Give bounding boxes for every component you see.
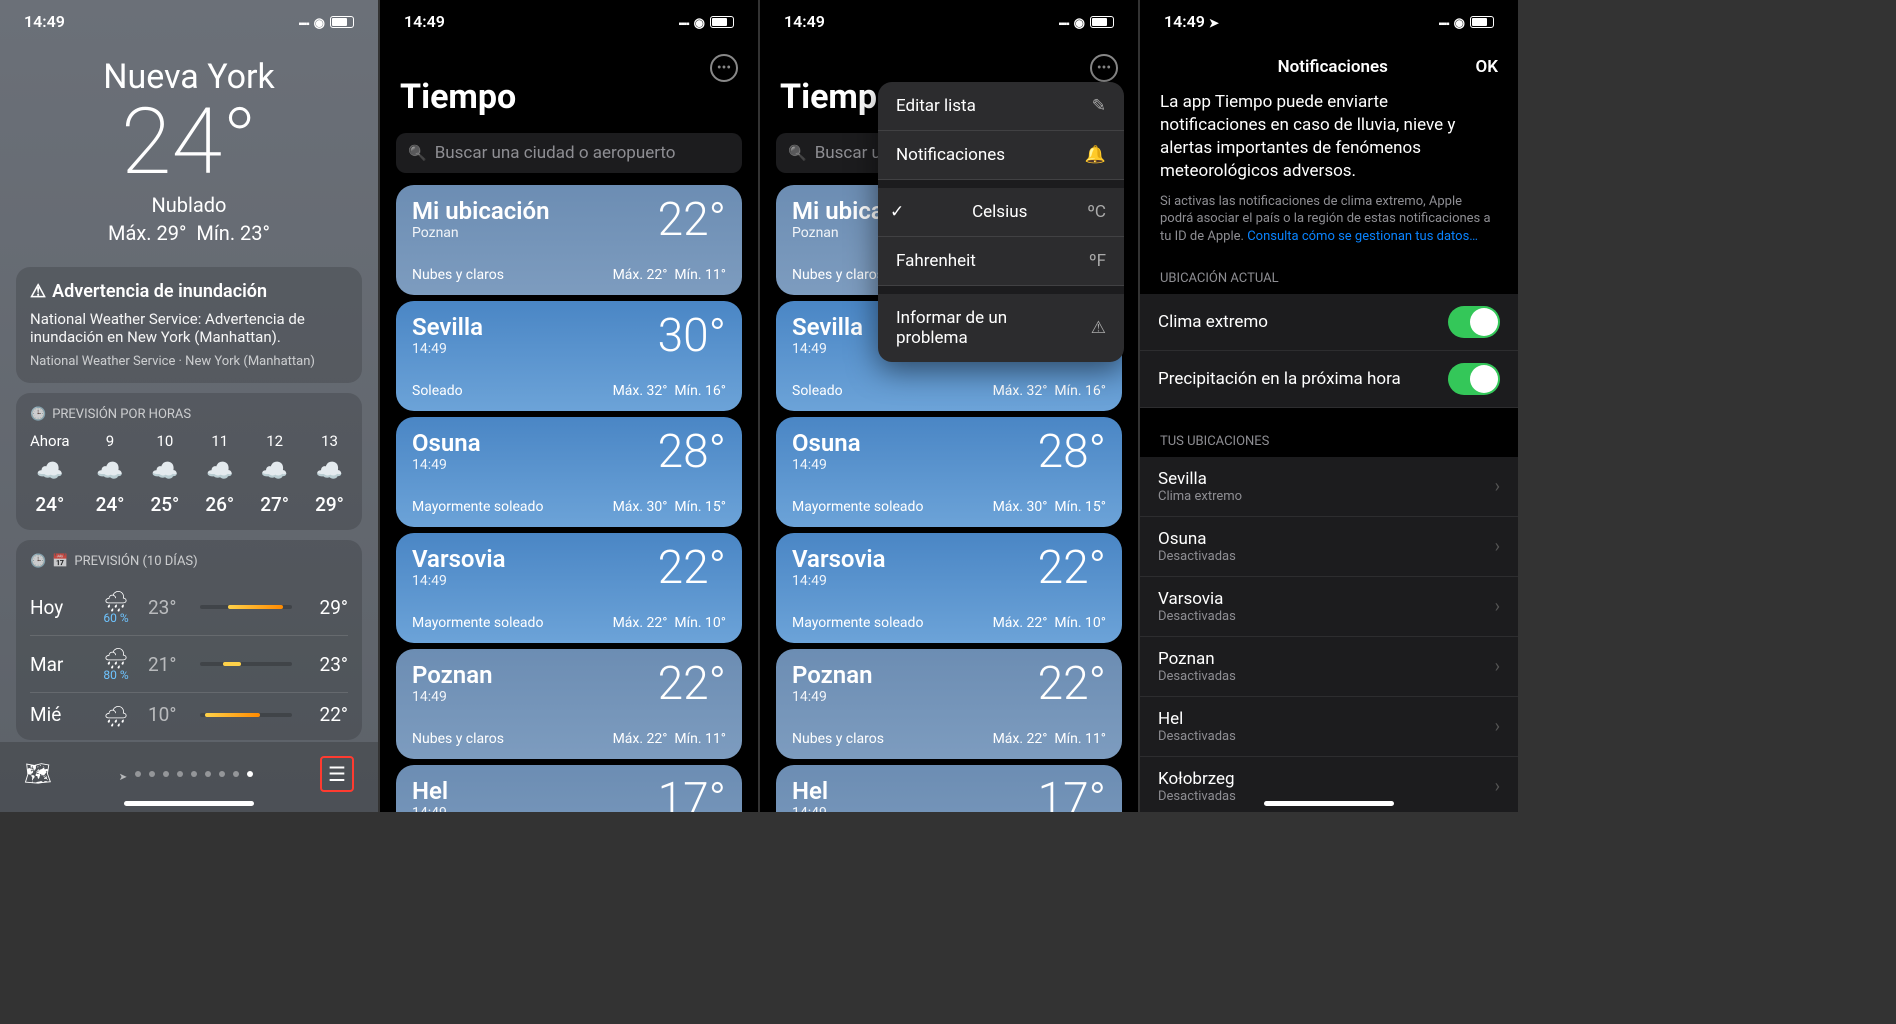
city-card[interactable]: Osuna14:4928° Mayormente soleadoMáx. 30°… (396, 417, 742, 527)
city-card[interactable]: Mi ubicaciónPoznan22° Nubes y clarosMáx.… (396, 185, 742, 295)
page-dots[interactable] (119, 765, 253, 784)
home-indicator (1264, 801, 1394, 806)
screen-city-list-menu: 14:49 ••• Tiempo Buscar una Mi ubicación… (760, 0, 1138, 812)
toggle-on[interactable] (1448, 363, 1500, 395)
notif-description: La app Tiempo puede enviarte notificacio… (1140, 91, 1518, 183)
row-extreme-weather[interactable]: Clima extremo (1140, 294, 1518, 351)
city-card[interactable]: Sevilla14:4930° SoleadoMáx. 32° Mín. 16° (396, 301, 742, 411)
alert-title: Advertencia de inundación (30, 281, 348, 302)
city-card[interactable]: Varsovia14:4922° Mayormente soleadoMáx. … (776, 533, 1122, 643)
hour-item: 11☁️26° (205, 432, 234, 516)
current-condition: Nublado (0, 193, 378, 217)
status-time: 14:49 (784, 12, 825, 31)
hour-item: Ahora☁️24° (30, 432, 70, 516)
group-your-locations: TUS UBICACIONES (1140, 408, 1518, 457)
more-options-button[interactable]: ••• (710, 54, 738, 82)
status-bar: 14:49 (380, 0, 758, 37)
weather-alert[interactable]: Advertencia de inundación National Weath… (16, 267, 362, 383)
hour-item: 9☁️24° (96, 432, 125, 516)
alert-source: National Weather Service · New York (Man… (30, 354, 348, 369)
ok-button[interactable]: OK (1476, 57, 1499, 77)
status-time: 14:49 ➤ (1164, 12, 1219, 31)
status-bar: 14:49 (0, 0, 378, 37)
location-row[interactable]: OsunaDesactivadas› (1140, 517, 1518, 577)
status-bar: 14:49 ➤ (1140, 0, 1518, 37)
nav-bar: Notificaciones OK (1140, 37, 1518, 91)
menu-edit-list[interactable]: Editar lista✎ (878, 82, 1124, 131)
menu-celsius[interactable]: CelsiusºC (878, 188, 1124, 237)
chevron-right-icon: › (1495, 776, 1500, 797)
chevron-right-icon: › (1495, 716, 1500, 737)
screen-notifications: 14:49 ➤ Notificaciones OK La app Tiempo … (1140, 0, 1518, 812)
search-input[interactable]: Buscar una ciudad o aeropuerto (396, 133, 742, 173)
hourly-label: PREVISIÓN POR HORAS (30, 407, 348, 422)
notif-fineprint: Si activas las notificaciones de clima e… (1140, 183, 1518, 246)
screen-city-list: 14:49 ••• Tiempo Buscar una ciudad o aer… (380, 0, 758, 812)
page-title: Tiempo (380, 37, 758, 127)
city-card[interactable]: Varsovia14:4922° Mayormente soleadoMáx. … (396, 533, 742, 643)
hour-item: 10☁️25° (150, 432, 179, 516)
nav-title: Notificaciones (1190, 57, 1476, 77)
row-precipitation[interactable]: Precipitación en la próxima hora (1140, 351, 1518, 408)
data-link[interactable]: Consulta cómo se gestionan tus datos… (1247, 229, 1478, 244)
hour-item: 13☁️29° (315, 432, 344, 516)
alert-body: National Weather Service: Advertencia de… (30, 310, 348, 346)
city-card[interactable]: Hel14:4917° (776, 765, 1122, 812)
menu-fahrenheit[interactable]: FahrenheitºF (878, 237, 1124, 286)
wifi-icon (314, 12, 325, 31)
chevron-right-icon: › (1495, 536, 1500, 557)
city-card[interactable]: Osuna14:4928° Mayormente soleadoMáx. 30°… (776, 417, 1122, 527)
hour-item: 12☁️27° (260, 432, 289, 516)
status-time: 14:49 (24, 12, 65, 31)
more-options-button[interactable]: ••• (1090, 54, 1118, 82)
city-card[interactable]: Poznan14:4922° Nubes y clarosMáx. 22° Mí… (396, 649, 742, 759)
daily-row: Hoy 🌧60 % 23° 29° (30, 579, 348, 635)
home-indicator (124, 801, 254, 806)
group-current-location: UBICACIÓN ACTUAL (1140, 245, 1518, 294)
menu-notifications[interactable]: Notificaciones🔔 (878, 131, 1124, 180)
pencil-icon: ✎ (1092, 96, 1106, 116)
chevron-right-icon: › (1495, 476, 1500, 497)
report-icon: ⚠ (1091, 318, 1106, 338)
status-bar: 14:49 (760, 0, 1138, 37)
ten-day-forecast[interactable]: 📅 PREVISIÓN (10 DÍAS) Hoy 🌧60 % 23° 29°M… (16, 540, 362, 740)
daily-row: Mar 🌧80 % 21° 23° (30, 635, 348, 692)
map-icon[interactable]: 🗺 (24, 762, 52, 787)
location-row[interactable]: VarsoviaDesactivadas› (1140, 577, 1518, 637)
city-list-button[interactable]: ☰ (320, 756, 354, 792)
status-icons (298, 12, 354, 31)
signal-icon (298, 12, 308, 31)
status-time: 14:49 (404, 12, 445, 31)
menu-report-problem[interactable]: Informar de un problema⚠ (878, 294, 1124, 362)
hi-lo: Máx. 29° Mín. 23° (0, 221, 378, 245)
context-menu: Editar lista✎ Notificaciones🔔 CelsiusºC … (878, 82, 1124, 362)
city-card[interactable]: Hel14:4917° (396, 765, 742, 812)
chevron-right-icon: › (1495, 596, 1500, 617)
daily-label: 📅 PREVISIÓN (10 DÍAS) (30, 554, 348, 569)
location-icon: ➤ (1209, 16, 1219, 30)
battery-icon (330, 16, 354, 28)
toggle-on[interactable] (1448, 306, 1500, 338)
hourly-forecast[interactable]: PREVISIÓN POR HORAS Ahora☁️24° 9☁️24° 10☁️… (16, 393, 362, 530)
location-row[interactable]: PoznanDesactivadas› (1140, 637, 1518, 697)
daily-row: Mié 🌧 10° 22° (30, 692, 348, 736)
chevron-right-icon: › (1495, 656, 1500, 677)
city-header: Nueva York 24° Nublado Máx. 29° Mín. 23° (0, 37, 378, 257)
screen-city-detail: 14:49 Nueva York 24° Nublado Máx. 29° Mí… (0, 0, 378, 812)
city-card[interactable]: Poznan14:4922° Nubes y clarosMáx. 22° Mí… (776, 649, 1122, 759)
location-row[interactable]: HelDesactivadas› (1140, 697, 1518, 757)
location-row[interactable]: SevillaClima extremo› (1140, 457, 1518, 517)
bell-icon: 🔔 (1085, 145, 1106, 165)
current-temp: 24° (0, 97, 378, 189)
